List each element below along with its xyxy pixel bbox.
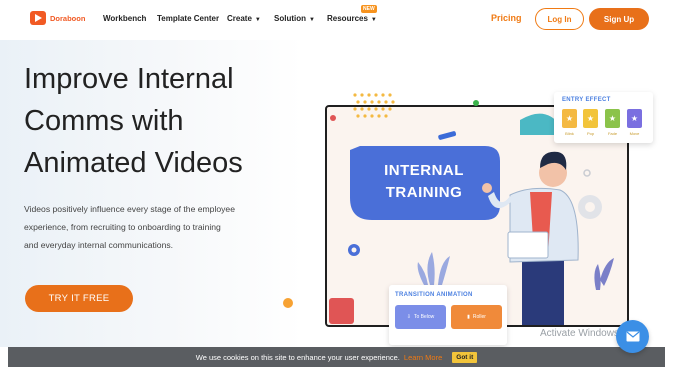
gear-icon — [348, 244, 360, 256]
transition-label: To Below — [413, 314, 435, 320]
cookie-banner: We use cookies on this site to enhance y… — [8, 347, 665, 367]
roller-icon: ▮ — [467, 314, 470, 320]
green-dot — [473, 100, 479, 106]
cookie-text: We use cookies on this site to enhance y… — [195, 352, 400, 362]
effect-label: Pop — [586, 131, 595, 136]
entry-effect-card: ENTRY EFFECT ★ Blink ★ Pop ★ Fade ★ Move — [554, 92, 653, 143]
red-dot — [330, 115, 336, 121]
red-block — [329, 298, 354, 324]
mail-icon — [626, 331, 639, 342]
entry-effect-title: ENTRY EFFECT — [562, 97, 611, 103]
arrow-down-icon: ⇩ — [406, 314, 411, 320]
effect-label: Fade — [607, 131, 618, 136]
transition-to-below: ⇩ To Below — [395, 305, 446, 329]
transition-title: TRANSITION ANIMATION — [395, 292, 473, 298]
effect-tile-fade: ★ — [605, 109, 620, 128]
hero-illustration: INTERNAL TRAINING ENTRY EFFECT ★ Blink ★… — [0, 0, 673, 367]
effect-tile-blink: ★ — [562, 109, 577, 128]
training-line: INTERNAL — [384, 162, 464, 179]
gear-icon — [578, 195, 602, 219]
star-icon: ★ — [586, 114, 595, 123]
effect-label: Blink — [565, 131, 574, 136]
illustration-graphic — [283, 93, 629, 327]
chat-button[interactable] — [616, 320, 649, 353]
effect-tile-move: ★ — [627, 109, 642, 128]
learn-more-link[interactable]: Learn More — [404, 353, 442, 362]
star-icon: ★ — [608, 114, 617, 123]
transition-animation-card: TRANSITION ANIMATION ⇩ To Below ▮ Roller — [389, 285, 507, 345]
transition-roller: ▮ Roller — [451, 305, 502, 329]
training-line: TRAINING — [385, 184, 463, 201]
training-label: INTERNAL TRAINING — [354, 160, 494, 204]
transition-label: Roller — [472, 314, 486, 320]
star-icon: ★ — [630, 114, 639, 123]
effect-tile-pop: ★ — [583, 109, 598, 128]
effect-label: Move — [629, 131, 640, 136]
got-it-button[interactable]: Got it — [452, 351, 478, 363]
activate-windows-watermark: Activate Windows — [540, 328, 619, 339]
orange-dot — [283, 298, 293, 308]
star-icon: ★ — [565, 114, 574, 123]
